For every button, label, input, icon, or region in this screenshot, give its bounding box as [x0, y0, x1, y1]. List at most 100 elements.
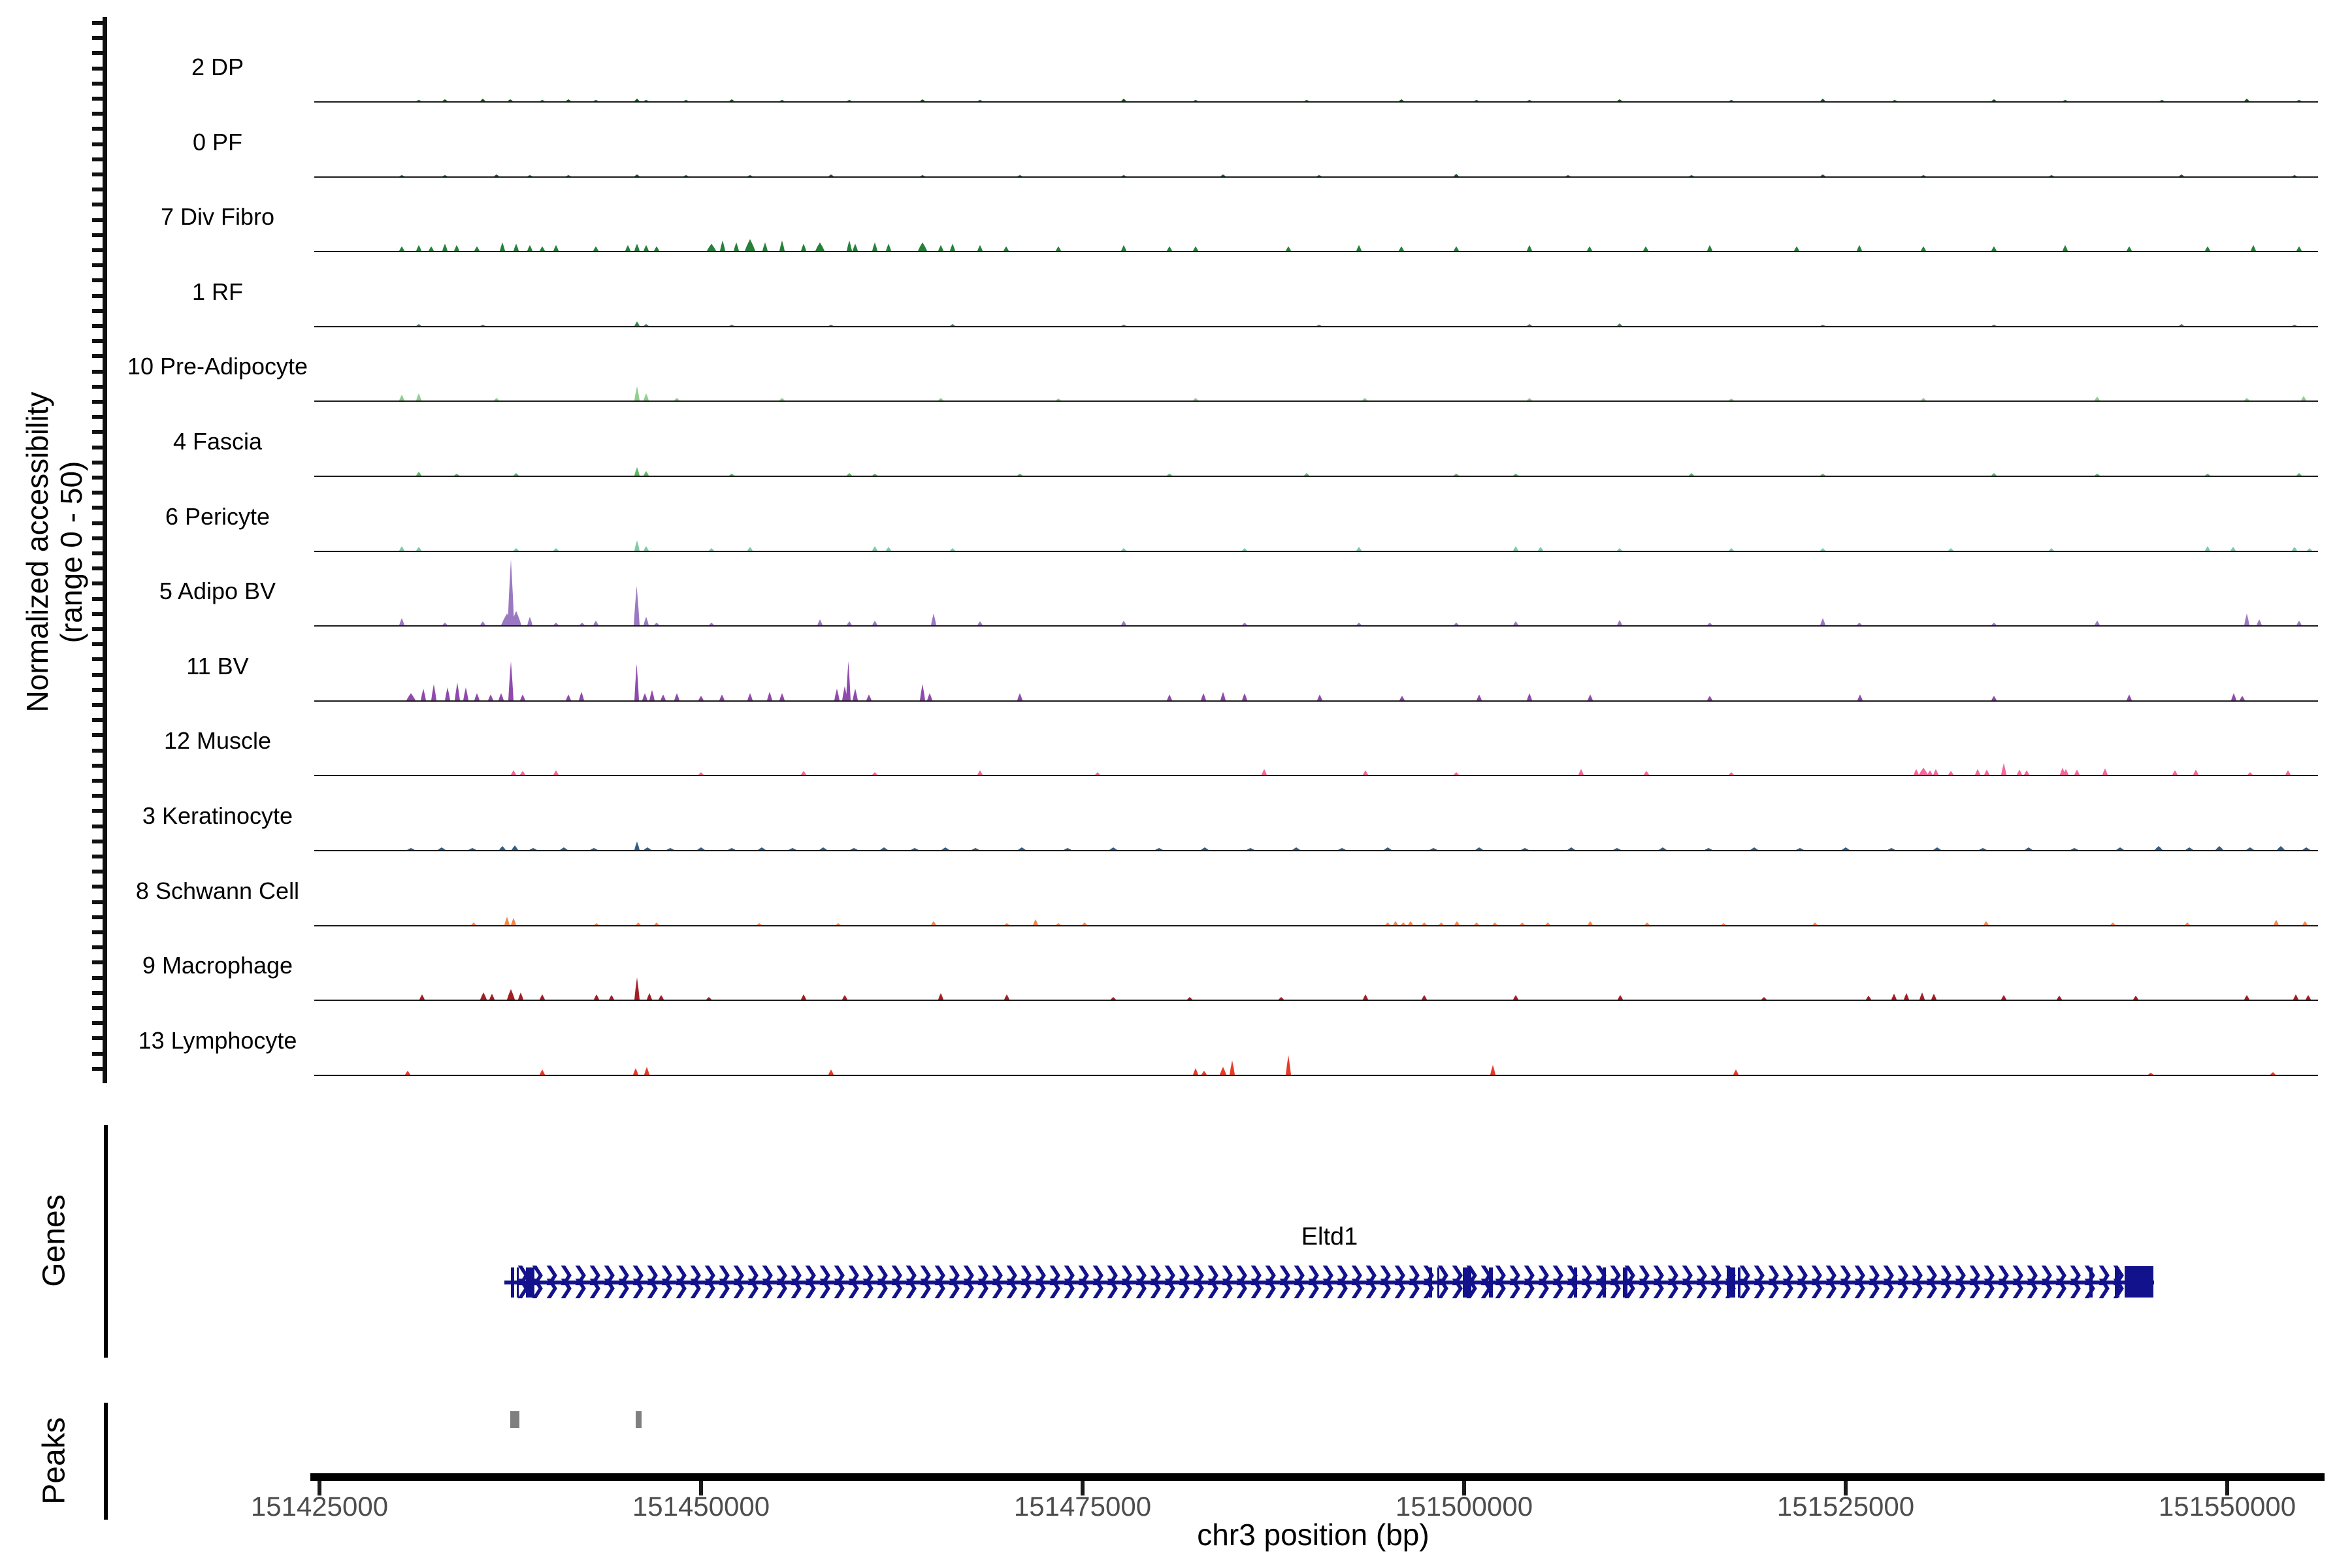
- signal-peak: [1643, 246, 1648, 251]
- signal-peak: [560, 847, 568, 850]
- signal-peak: [566, 694, 571, 700]
- track-label: 7 Div Fibro: [67, 204, 368, 230]
- signal-peak: [2292, 175, 2297, 176]
- track-baseline: [314, 1000, 2318, 1001]
- signal-peak: [1689, 175, 1694, 176]
- gene-exon-bar: [1437, 1267, 1439, 1298]
- y-axis-tick: [92, 21, 103, 25]
- signal-peak: [634, 99, 640, 101]
- y-axis-tick: [92, 248, 103, 252]
- signal-peak: [1304, 473, 1309, 476]
- signal-peak: [779, 240, 785, 251]
- signal-peak: [644, 546, 649, 551]
- signal-peak: [1393, 921, 1398, 925]
- signal-peak: [511, 918, 516, 925]
- signal-peak: [644, 471, 649, 476]
- signal-peak: [399, 546, 404, 551]
- signal-peak: [1931, 994, 1936, 1000]
- signal-peak: [707, 244, 716, 251]
- signal-peak: [480, 99, 485, 101]
- signal-peak: [1454, 174, 1459, 176]
- signal-peak: [593, 246, 598, 251]
- signal-peak: [1892, 100, 1897, 101]
- signal-peak: [1820, 174, 1825, 176]
- signal-peak: [454, 245, 459, 251]
- signal-peak: [1617, 99, 1622, 101]
- signal-peak: [683, 175, 689, 176]
- signal-peak: [801, 244, 806, 251]
- x-axis-line: [310, 1473, 2325, 1481]
- signal-peak: [1121, 548, 1126, 551]
- signal-peak: [1422, 923, 1427, 925]
- signal-peak: [719, 694, 725, 700]
- signal-peak: [644, 245, 649, 251]
- signal-peak: [847, 621, 852, 625]
- signal-peak: [747, 693, 753, 700]
- signal-peak: [1017, 175, 1022, 176]
- y-axis-tick: [92, 794, 103, 798]
- signal-peak: [789, 848, 796, 850]
- y-axis-tick: [92, 461, 103, 465]
- signal-peak: [1527, 693, 1532, 700]
- signal-peak: [1167, 246, 1172, 251]
- signal-peak: [1242, 548, 1247, 551]
- signal-peak: [2185, 847, 2193, 850]
- signal-peak: [1948, 771, 1953, 775]
- signal-peak: [950, 548, 955, 551]
- signal-peak: [634, 977, 640, 1000]
- signal-peak: [1617, 323, 1622, 326]
- signal-peak: [644, 617, 649, 625]
- signal-peak: [698, 696, 704, 700]
- y-axis-tick: [92, 188, 103, 191]
- signal-peak: [1891, 994, 1897, 1000]
- signal-peak: [399, 175, 404, 176]
- track-baseline: [314, 625, 2318, 627]
- signal-peak: [1033, 919, 1038, 925]
- signal-peak: [421, 689, 426, 700]
- signal-peak: [2116, 847, 2124, 850]
- signal-peak: [416, 547, 421, 551]
- signal-peak: [1513, 474, 1518, 476]
- signal-peak: [1933, 847, 1941, 850]
- signal-peak: [1527, 398, 1532, 400]
- y-axis-tick: [92, 157, 103, 161]
- signal-peak: [1316, 175, 1322, 176]
- signal-peak: [553, 623, 559, 625]
- peak-interval-box: [510, 1411, 519, 1428]
- signal-peak: [2231, 693, 2236, 700]
- signal-peak: [1513, 621, 1518, 625]
- signal-peak: [1286, 246, 1291, 251]
- signal-peak: [847, 100, 852, 101]
- signal-peak: [2244, 99, 2249, 101]
- signal-peak: [1587, 246, 1592, 251]
- signal-peak: [445, 687, 450, 700]
- signal-peak: [842, 995, 847, 1000]
- track-label: 11 BV: [67, 653, 368, 679]
- signal-peak: [2285, 770, 2291, 775]
- signal-peak: [634, 467, 640, 476]
- signal-peak: [514, 473, 519, 476]
- signal-peak: [1520, 923, 1525, 925]
- signal-peak: [416, 472, 421, 476]
- y-axis-tick: [92, 172, 103, 176]
- signal-peak: [553, 548, 559, 551]
- y-axis-tick: [92, 1006, 103, 1010]
- signal-peak: [494, 398, 499, 400]
- signal-peak: [1193, 100, 1198, 101]
- signal-peak: [779, 693, 785, 700]
- signal-peak: [1921, 398, 1926, 400]
- signal-peak: [1201, 847, 1209, 850]
- signal-peak: [527, 617, 532, 625]
- signal-peak: [644, 1067, 649, 1075]
- y-axis-tick: [92, 324, 103, 328]
- signal-peak: [2205, 546, 2210, 551]
- signal-peak: [801, 771, 806, 775]
- signal-peak: [634, 321, 640, 326]
- signal-peak: [931, 613, 936, 625]
- signal-peak: [1707, 696, 1712, 700]
- y-axis-tick: [92, 476, 103, 480]
- signal-peak: [1399, 246, 1404, 251]
- y-axis-tick: [92, 915, 103, 919]
- signal-peak: [1857, 694, 1863, 700]
- signal-peak: [2063, 100, 2068, 101]
